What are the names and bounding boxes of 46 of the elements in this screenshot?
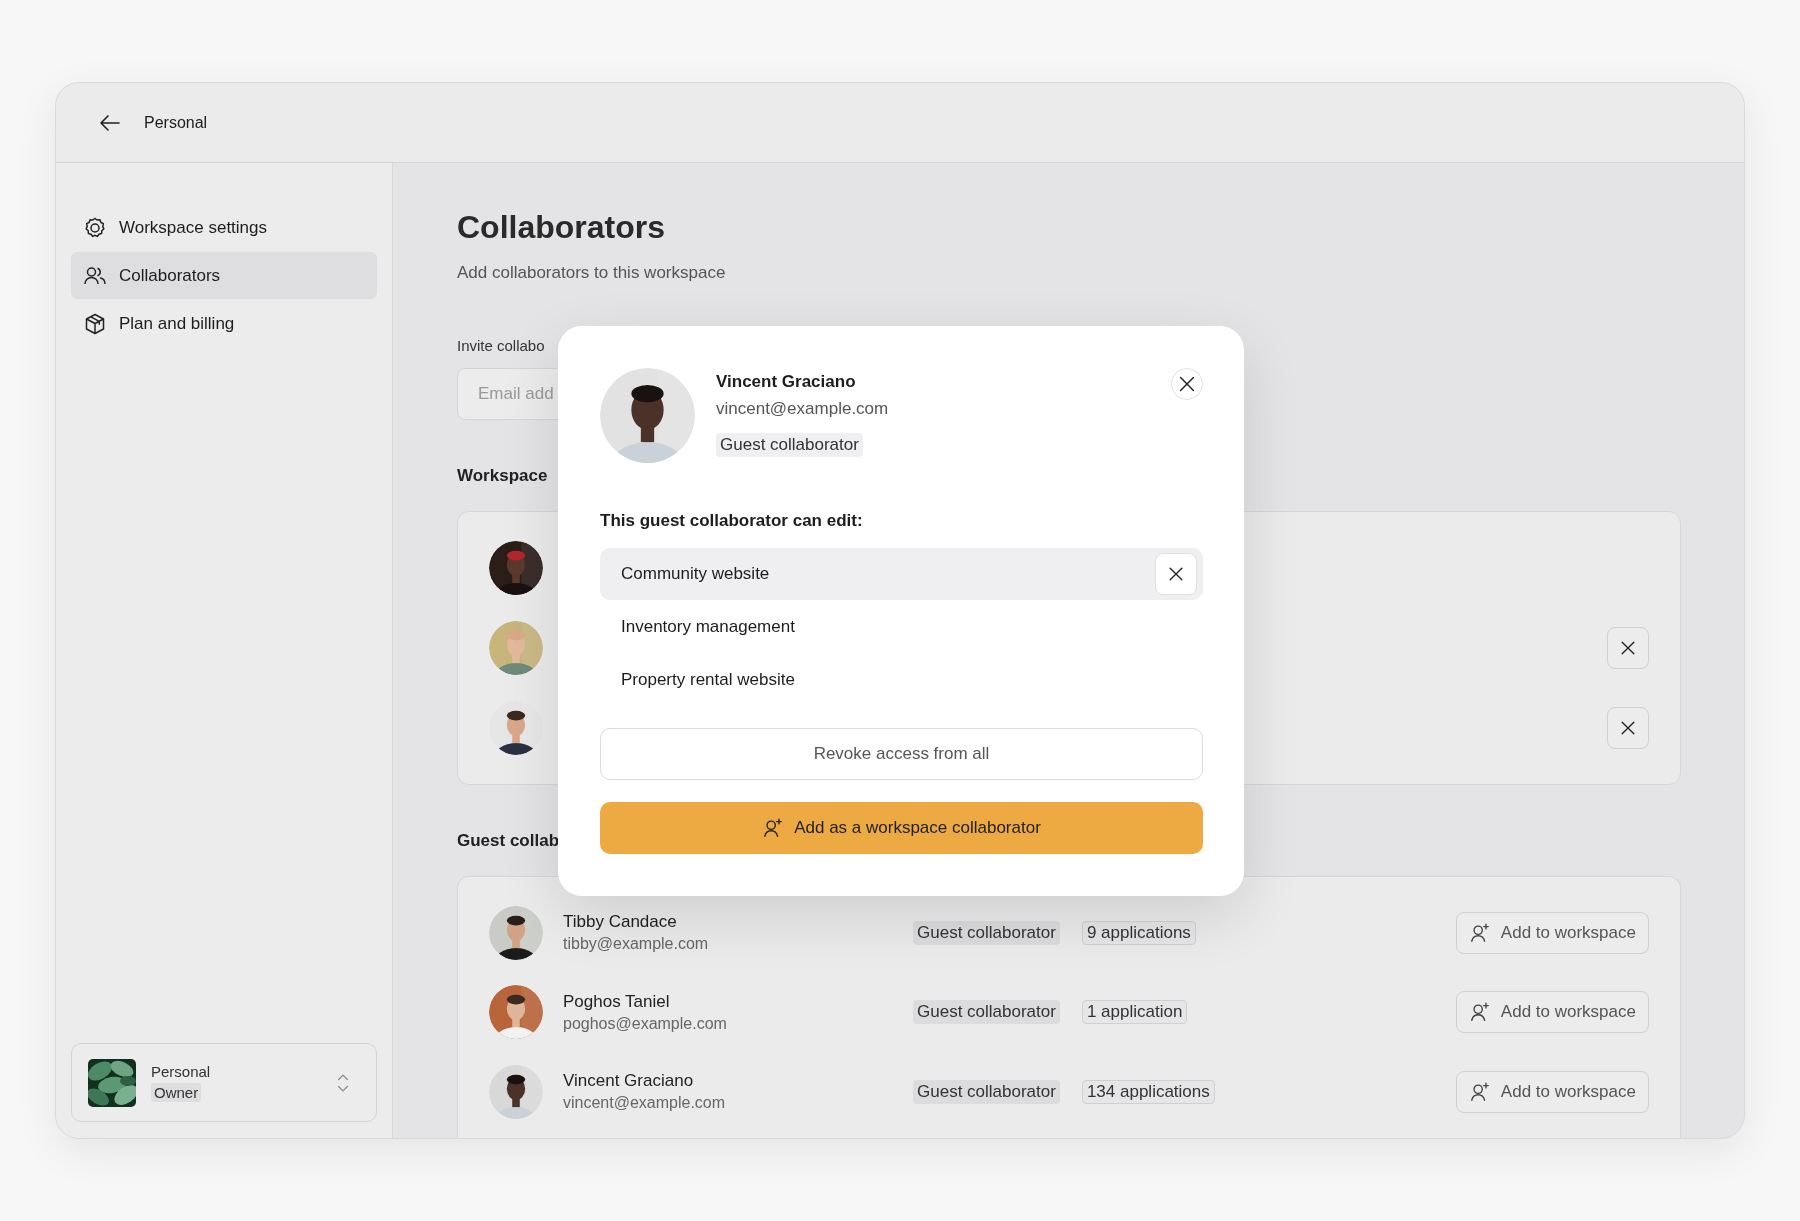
sidebar-item[interactable]: Plan and billing (71, 300, 377, 347)
role-tag: Guest collaborator (913, 920, 1060, 945)
project-item[interactable]: Property rental website (600, 654, 1203, 706)
remove-button[interactable] (1607, 707, 1649, 749)
guest-email: poghos@example.com (563, 1014, 728, 1033)
user-plus-icon (1468, 1001, 1491, 1024)
add-to-workspace-button[interactable]: Add to workspace (1455, 1070, 1649, 1113)
workspace-name: Personal (144, 113, 208, 132)
applications-tag: 134 applications (1081, 1079, 1215, 1104)
user-plus-icon (762, 817, 785, 839)
close-button[interactable] (1171, 368, 1203, 400)
role-tag: Guest collaborator (913, 1000, 1060, 1025)
section-heading: Guest collab (457, 830, 561, 852)
box-icon (83, 311, 107, 336)
applications-tag: 1 application (1081, 1000, 1188, 1025)
collaborator-name: Vincent Graciano (716, 371, 856, 393)
page-title: Collaborators (457, 208, 667, 247)
user-plus-icon (1468, 921, 1491, 944)
collaborator-email: vincent@example.com (716, 398, 889, 420)
page-subtitle: Add collaborators to this workspace (457, 262, 727, 284)
sidebar-item[interactable]: Workspace settings (71, 204, 377, 251)
remove-button[interactable] (1607, 627, 1649, 669)
section-heading: Workspace (457, 465, 549, 487)
project-item[interactable]: Community website (600, 548, 1203, 600)
settings-icon (83, 215, 107, 240)
add-collaborator-button[interactable]: Add as a workspace collaborator (600, 802, 1203, 854)
guest-name: Tibby Candace (563, 912, 678, 933)
workspace-switcher[interactable]: Personal Owner (71, 1043, 377, 1122)
role-tag: Guest collaborator (716, 433, 863, 457)
field-label: Invite collabo (457, 336, 546, 356)
add-to-workspace-button[interactable]: Add to workspace (1455, 911, 1649, 954)
sidebar-item[interactable]: Collaborators (71, 252, 377, 299)
guest-name: Poghos Taniel (563, 991, 671, 1012)
section-heading: This guest collaborator can edit: (600, 510, 864, 532)
project-item[interactable]: Inventory management (600, 601, 1203, 653)
workspace-name: Personal (151, 1063, 211, 1080)
revoke-button[interactable]: Revoke access from all (600, 728, 1203, 780)
role-tag: Owner (151, 1083, 202, 1102)
add-to-workspace-button[interactable]: Add to workspace (1455, 991, 1649, 1034)
guest-email: vincent@example.com (563, 1094, 727, 1113)
remove-button[interactable] (1155, 553, 1197, 595)
applications-tag: 9 applications (1081, 920, 1196, 945)
user-plus-icon (1468, 1080, 1491, 1103)
guest-email: tibby@example.com (563, 935, 710, 954)
guest-name: Vincent Graciano (563, 1071, 695, 1092)
role-tag: Guest collaborator (913, 1079, 1060, 1104)
